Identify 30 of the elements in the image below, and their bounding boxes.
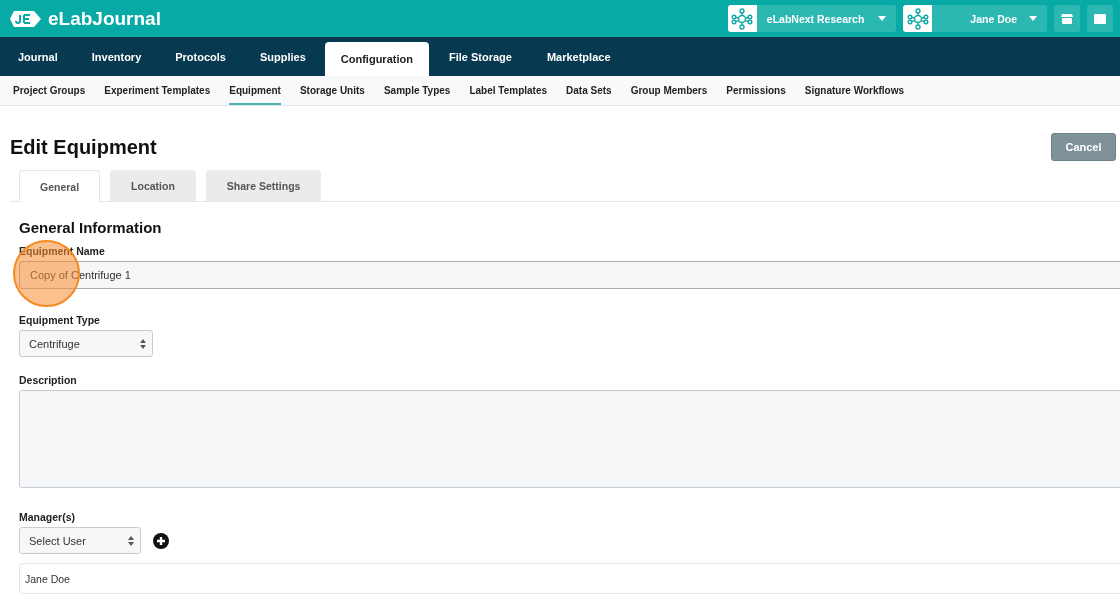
nav-tab[interactable]: Protocols <box>158 37 243 76</box>
subnav-link[interactable]: Permissions <box>726 76 786 105</box>
nav-tab[interactable]: Journal <box>1 37 75 76</box>
user-select[interactable]: Select User <box>19 527 141 554</box>
field-label: Description <box>19 374 78 386</box>
manager-item: Jane Doe <box>19 563 1120 594</box>
field-label: Manager(s) <box>19 511 76 523</box>
subnav-link[interactable]: Project Groups <box>13 76 86 105</box>
nav-tab[interactable]: Supplies <box>243 37 323 76</box>
subnav-link[interactable]: Label Templates <box>469 76 548 105</box>
type-select[interactable]: Centrifuge <box>19 330 153 357</box>
subnav-link[interactable]: Storage Units <box>299 76 365 105</box>
form-tab[interactable]: Location <box>110 170 196 201</box>
nav-tab[interactable]: Inventory <box>74 37 159 76</box>
form-tab[interactable]: General <box>19 170 101 202</box>
subnav-link[interactable]: Equipment <box>229 76 281 105</box>
form-tab[interactable]: Share Settings <box>205 170 322 201</box>
page-title: Edit Equipment <box>10 135 157 159</box>
nav-tab[interactable]: Marketplace <box>529 37 628 76</box>
field-label: Equipment Type <box>19 314 101 326</box>
subnav-link[interactable]: Experiment Templates <box>104 76 211 105</box>
subnav-link[interactable]: Group Members <box>630 76 708 105</box>
subnav-link[interactable]: Sample Types <box>383 76 451 105</box>
subnav-link[interactable]: Data Sets <box>566 76 612 105</box>
app-name: eLabJournal <box>48 7 161 30</box>
field-label: Equipment Name <box>19 245 106 257</box>
subnav-link[interactable]: Signature Workflows <box>804 76 905 105</box>
nav-tab[interactable]: File Storage <box>430 37 530 76</box>
nav-tab[interactable]: Configuration <box>324 42 429 76</box>
section-title: General Information <box>19 219 163 238</box>
